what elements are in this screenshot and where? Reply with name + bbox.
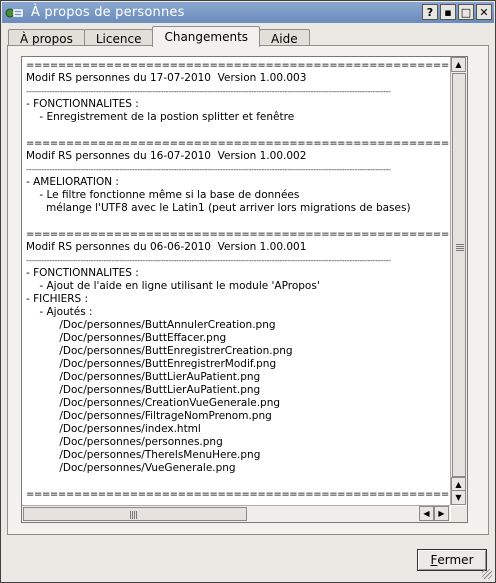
scroll-down-button[interactable]: ▼ xyxy=(451,490,466,505)
scroll-right-button[interactable]: ▶ xyxy=(434,506,449,521)
changelog-line xyxy=(26,215,461,228)
changelog-line: ========================================… xyxy=(26,229,461,240)
close-button[interactable]: ✕ xyxy=(476,4,492,20)
scroll-up-button[interactable]: ▲ xyxy=(451,57,466,72)
tab-bar: À propos Licence Changements Aide xyxy=(8,26,310,47)
changelog-line: - FONCTIONNALITES : xyxy=(26,267,139,279)
grip-icon xyxy=(130,511,137,519)
vertical-scrollbar[interactable]: ▲ ▲ ▼ xyxy=(450,57,467,505)
changelog-line: /Doc/personnes/ButtAnnulerCreation.png xyxy=(26,319,276,331)
resize-grip-icon[interactable] xyxy=(482,569,492,579)
maximize-button[interactable]: □ xyxy=(458,4,474,20)
title-bar[interactable]: À propos de personnes ? ▪ □ ✕ xyxy=(2,2,494,23)
changelog-line: mélange l'UTF8 avec le Latin1 (peut arri… xyxy=(26,202,411,214)
changelog-line: Modif RS personnes du 06-06-2010 Version… xyxy=(26,241,307,253)
changelog-line: - AMELIORATION : xyxy=(26,176,119,188)
changelog-line: /Doc/personnes/FiltrageNomPrenom.png xyxy=(26,410,272,422)
horizontal-scroll-thumb[interactable] xyxy=(23,507,247,521)
fermer-mnemonic: F xyxy=(430,553,438,567)
tab-changements[interactable]: Changements xyxy=(152,26,261,47)
fermer-button[interactable]: Fermer xyxy=(417,549,487,571)
changelog-line: /Doc/personnes/personnes.png xyxy=(26,436,223,448)
about-dialog: À propos de personnes ? ▪ □ ✕ À propos L… xyxy=(0,0,496,583)
scrollbar-corner xyxy=(451,506,467,522)
changelog-line: Modif RS personnes du 16-07-2010 Version… xyxy=(26,150,307,162)
changelog-line: ========================================… xyxy=(26,60,461,71)
changelog-line: ----------------------------------------… xyxy=(26,165,391,174)
minimize-button[interactable]: ▪ xyxy=(440,4,456,20)
window-title: À propos de personnes xyxy=(31,5,185,20)
changelog-line: /Doc/personnes/index.html xyxy=(26,423,201,435)
vertical-scroll-thumb[interactable] xyxy=(452,73,466,477)
changelog-content: ========================================… xyxy=(26,59,461,502)
changelog-line: /Doc/personnes/ButtEnregistrerModif.png xyxy=(26,358,277,370)
horizontal-scrollbar[interactable]: ◀ ▶ xyxy=(22,505,450,522)
changelog-line: /Doc/personnes/TherelsMenuHere.png xyxy=(26,449,261,461)
changelog-line: /Doc/personnes/ButtLierAuPatient.png xyxy=(26,384,261,396)
changelog-textbox[interactable]: ========================================… xyxy=(21,56,468,523)
changelog-line: - Ajoutés : xyxy=(26,306,93,318)
help-button[interactable]: ? xyxy=(422,4,438,20)
changelog-line: /Doc/personnes/ButtEnregistrerCreation.p… xyxy=(26,345,293,357)
changelog-line xyxy=(26,124,461,137)
changelog-line: /Doc/personnes/VueGenerale.png xyxy=(26,462,236,474)
changelog-line xyxy=(26,475,461,488)
changelog-line: - Le filtre fonctionne même si la base d… xyxy=(26,189,300,201)
changelog-line: ----------------------------------------… xyxy=(26,256,391,265)
changelog-line: ========================================… xyxy=(26,489,461,500)
changelog-line: Modif RS personnes du 06-06-2010 Version… xyxy=(26,501,461,502)
tab-panel-changements: ========================================… xyxy=(7,45,489,535)
changelog-line: - FONCTIONNALITES : xyxy=(26,98,139,110)
changelog-line: - Enregistrement de la postion splitter … xyxy=(26,111,295,123)
fermer-label: ermer xyxy=(437,553,474,567)
changelog-line: ----------------------------------------… xyxy=(26,87,391,96)
changelog-line: ========================================… xyxy=(26,138,461,149)
changelog-line: Modif RS personnes du 17-07-2010 Version… xyxy=(26,72,307,84)
changelog-line: /Doc/personnes/ButtLierAuPatient.png xyxy=(26,371,261,383)
scroll-left-button[interactable]: ◀ xyxy=(419,506,434,521)
changelog-line: /Doc/personnes/ButtEffacer.png xyxy=(26,332,227,344)
changelog-line: - Ajout de l'aide en ligne utilisant le … xyxy=(26,280,320,292)
grip-icon xyxy=(456,244,464,251)
changelog-line: - FICHIERS : xyxy=(26,293,89,305)
pin-icon[interactable] xyxy=(5,6,23,20)
changelog-line: /Doc/personnes/CreationVueGenerale.png xyxy=(26,397,281,409)
